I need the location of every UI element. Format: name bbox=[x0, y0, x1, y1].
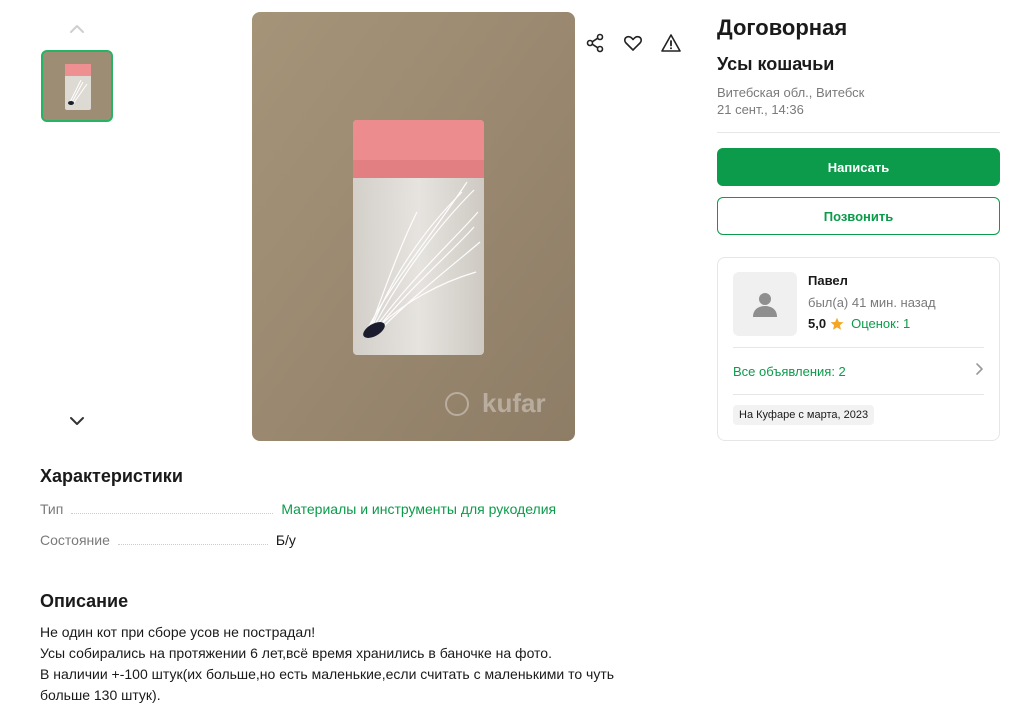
user-icon bbox=[753, 293, 777, 317]
listing-panel: Договорная Усы кошачьи Витебская обл., В… bbox=[717, 14, 1000, 441]
description-line: Не один кот при сборе усов не пострадал! bbox=[40, 624, 316, 640]
star-icon bbox=[830, 317, 844, 331]
seller-last-seen: был(а) 41 мин. назад bbox=[808, 295, 936, 310]
description-title: Описание bbox=[40, 591, 129, 611]
dotted-leader bbox=[71, 502, 274, 514]
location: Витебская обл., Витебск bbox=[717, 85, 865, 100]
watermark-text: kufar bbox=[482, 388, 546, 418]
price: Договорная bbox=[717, 15, 848, 40]
description-text: Не один кот при сборе усов не пострадал!… bbox=[40, 622, 720, 706]
photo-actions bbox=[579, 27, 687, 59]
description-line: Усы собирались на протяжении 6 лет,всё в… bbox=[40, 645, 552, 661]
chevron-right-icon bbox=[974, 362, 984, 381]
call-button[interactable]: Позвонить bbox=[717, 197, 1000, 235]
heart-icon[interactable] bbox=[617, 27, 649, 59]
description-line: больше 130 штук). bbox=[40, 687, 161, 703]
seller-card: Павел был(а) 41 мин. назад 5,0 Оценок: 1… bbox=[717, 257, 1000, 441]
listing-title: Усы кошачьи bbox=[717, 54, 835, 74]
char-value: Б/у bbox=[275, 532, 296, 548]
all-ads-label: Все объявления: 2 bbox=[733, 363, 846, 379]
main-photo[interactable]: kufar bbox=[252, 12, 575, 441]
char-value-link[interactable]: Материалы и инструменты для рукоделия bbox=[281, 499, 556, 519]
warning-icon[interactable] bbox=[655, 27, 687, 59]
char-label: Тип bbox=[40, 501, 64, 517]
thumbnail-selected[interactable] bbox=[41, 50, 113, 122]
avatar[interactable] bbox=[733, 272, 797, 336]
write-button[interactable]: Написать bbox=[717, 148, 1000, 186]
divider bbox=[717, 132, 1000, 133]
share-icon[interactable] bbox=[579, 27, 611, 59]
char-row-type: Тип Материалы и инструменты для рукодели… bbox=[40, 499, 680, 519]
char-label: Состояние bbox=[40, 532, 110, 548]
member-since-badge: На Куфаре с марта, 2023 bbox=[733, 405, 875, 425]
thumbnail-column bbox=[40, 0, 114, 440]
divider bbox=[733, 394, 984, 395]
char-row-condition: Состояние Б/у bbox=[40, 530, 680, 550]
chevron-down-icon[interactable] bbox=[66, 410, 88, 432]
all-ads-link[interactable]: Все объявления: 2 bbox=[733, 348, 984, 394]
posted-date: 21 сент., 14:36 bbox=[717, 102, 804, 117]
rating-value: 5,0 bbox=[808, 316, 827, 331]
chevron-up-icon[interactable] bbox=[66, 18, 88, 40]
seller-rating: 5,0 Оценок: 1 bbox=[808, 315, 936, 333]
description-line: В наличии +-100 штук(их больше,но есть м… bbox=[40, 666, 615, 682]
reviews-link[interactable]: Оценок: 1 bbox=[851, 315, 910, 333]
seller-name[interactable]: Павел bbox=[808, 272, 936, 290]
dotted-leader bbox=[117, 533, 268, 545]
characteristics-title: Характеристики bbox=[40, 466, 183, 486]
